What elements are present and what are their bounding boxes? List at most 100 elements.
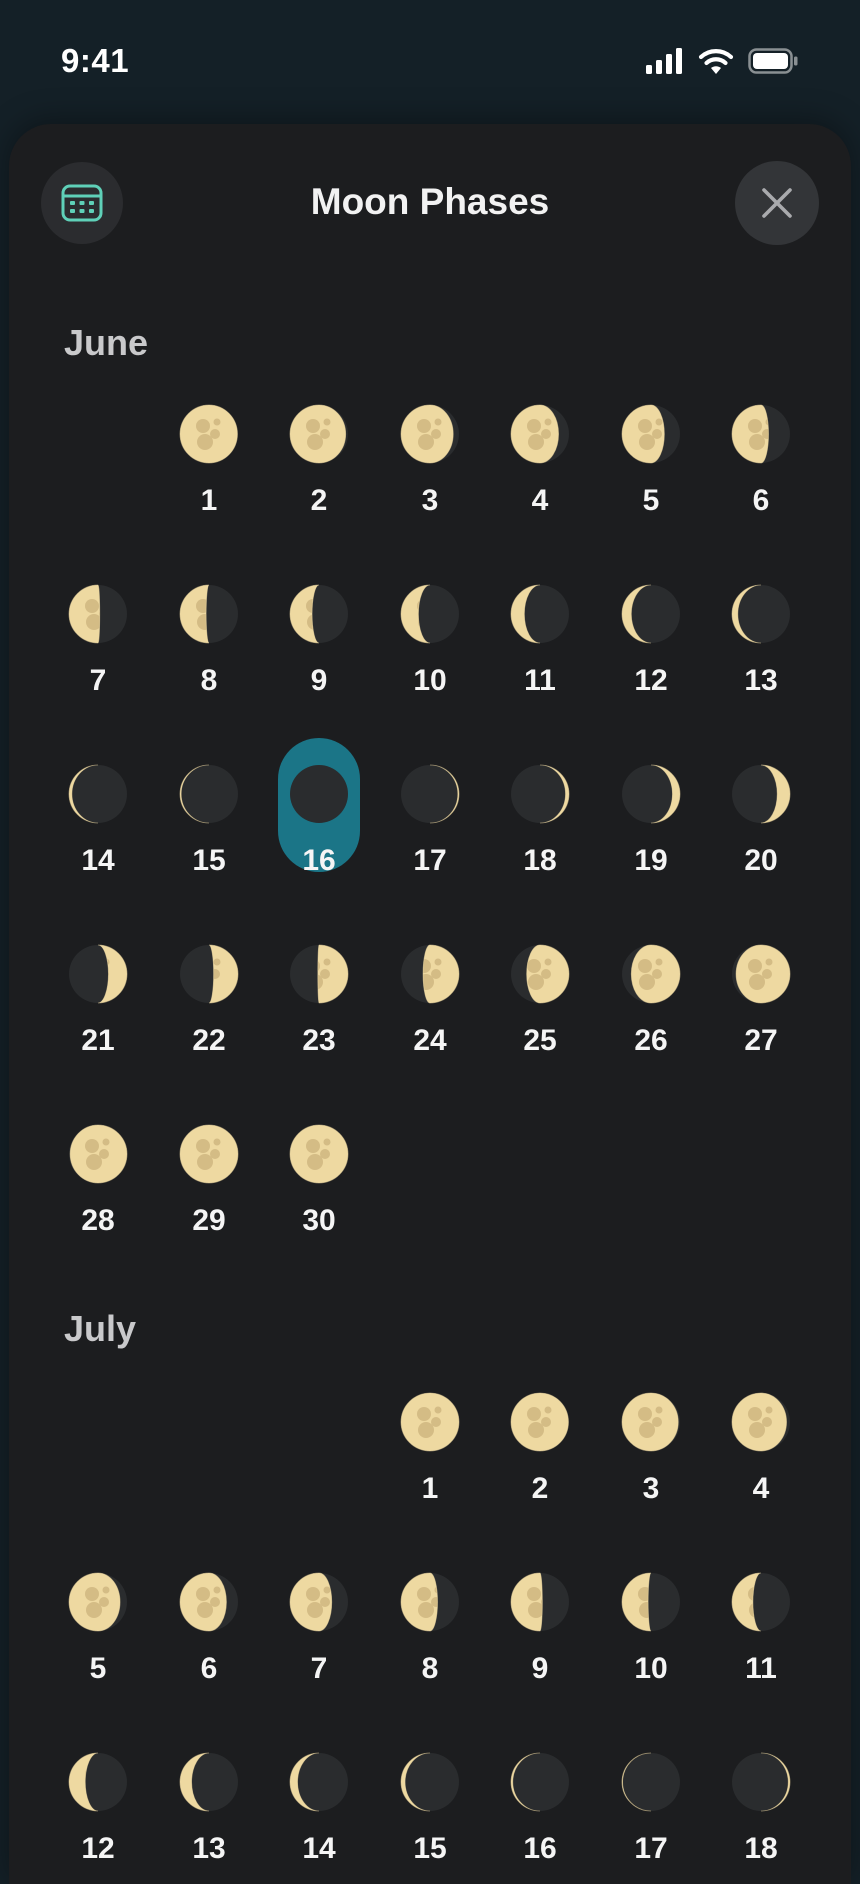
day-cell[interactable]: 25 xyxy=(485,944,595,1094)
moon-phase-icon xyxy=(68,584,128,644)
moon-phase-icon xyxy=(731,404,791,464)
moon-phases-sheet: Moon Phases June 1 2 3 4 5 6 7 8 9 10 11 12 13 14 15 16… xyxy=(9,124,851,1884)
moon-phase-icon xyxy=(621,764,681,824)
day-number: 30 xyxy=(302,1204,336,1237)
moon-phase-icon xyxy=(289,1752,349,1812)
day-cell[interactable]: 11 xyxy=(485,584,595,734)
day-cell[interactable]: 4 xyxy=(485,404,595,554)
day-cell[interactable]: 11 xyxy=(706,1572,816,1722)
day-number: 11 xyxy=(524,664,556,697)
day-cell[interactable]: 27 xyxy=(706,944,816,1094)
day-cell[interactable]: 18 xyxy=(706,1752,816,1884)
day-number: 3 xyxy=(421,484,439,517)
day-number: 14 xyxy=(81,844,115,877)
day-number: 11 xyxy=(745,1652,777,1685)
day-cell[interactable]: 3 xyxy=(596,1392,706,1542)
close-button[interactable] xyxy=(735,161,819,245)
day-cell[interactable]: 9 xyxy=(485,1572,595,1722)
day-cell[interactable]: 10 xyxy=(596,1572,706,1722)
moon-phase-icon xyxy=(621,944,681,1004)
day-cell[interactable]: 7 xyxy=(264,1572,374,1722)
day-cell[interactable]: 28 xyxy=(43,1124,153,1274)
moon-phase-icon xyxy=(731,944,791,1004)
day-cell[interactable]: 29 xyxy=(154,1124,264,1274)
moon-phase-icon xyxy=(400,1392,460,1452)
day-cell[interactable]: 16 xyxy=(485,1752,595,1884)
day-cell[interactable]: 7 xyxy=(43,584,153,734)
day-number: 3 xyxy=(642,1472,660,1505)
day-cell[interactable]: 18 xyxy=(485,764,595,914)
moon-phase-icon xyxy=(400,404,460,464)
day-cell[interactable]: 3 xyxy=(375,404,485,554)
moon-phase-icon xyxy=(179,1752,239,1812)
day-cell[interactable]: 17 xyxy=(596,1752,706,1884)
day-number: 18 xyxy=(523,844,557,877)
day-number: 5 xyxy=(642,484,660,517)
day-cell[interactable]: 2 xyxy=(485,1392,595,1542)
day-cell[interactable]: 23 xyxy=(264,944,374,1094)
day-cell[interactable]: 30 xyxy=(264,1124,374,1274)
day-number: 19 xyxy=(634,844,668,877)
day-cell[interactable]: 6 xyxy=(154,1572,264,1722)
day-cell[interactable]: 2 xyxy=(264,404,374,554)
day-cell[interactable]: 22 xyxy=(154,944,264,1094)
day-number: 28 xyxy=(81,1204,115,1237)
day-cell[interactable]: 24 xyxy=(375,944,485,1094)
day-cell[interactable]: 1 xyxy=(154,404,264,554)
day-cell[interactable]: 19 xyxy=(596,764,706,914)
day-cell[interactable]: 8 xyxy=(154,584,264,734)
moon-phase-icon xyxy=(68,1572,128,1632)
day-number: 17 xyxy=(413,844,447,877)
moon-phase-icon xyxy=(179,404,239,464)
day-cell[interactable]: 14 xyxy=(264,1752,374,1884)
moon-phase-icon xyxy=(179,1124,239,1184)
day-cell[interactable]: 16 xyxy=(264,764,374,914)
day-cell[interactable]: 8 xyxy=(375,1572,485,1722)
day-cell[interactable]: 20 xyxy=(706,764,816,914)
moon-phase-icon xyxy=(289,764,349,824)
day-cell[interactable]: 17 xyxy=(375,764,485,914)
day-cell[interactable]: 13 xyxy=(706,584,816,734)
day-number: 18 xyxy=(744,1832,778,1865)
day-number: 10 xyxy=(634,1652,668,1685)
day-cell[interactable]: 5 xyxy=(43,1572,153,1722)
day-cell[interactable]: 6 xyxy=(706,404,816,554)
day-number: 14 xyxy=(302,1832,336,1865)
day-cell[interactable]: 1 xyxy=(375,1392,485,1542)
day-number: 8 xyxy=(200,664,218,697)
day-cell[interactable]: 21 xyxy=(43,944,153,1094)
day-number: 16 xyxy=(523,1832,557,1865)
day-number: 13 xyxy=(744,664,778,697)
moon-phase-icon xyxy=(510,1572,570,1632)
day-number: 9 xyxy=(531,1652,549,1685)
signal-icon xyxy=(646,48,682,74)
day-cell[interactable]: 26 xyxy=(596,944,706,1094)
day-number: 1 xyxy=(200,484,218,517)
day-number: 20 xyxy=(744,844,778,877)
battery-icon xyxy=(748,48,798,74)
moon-phase-icon xyxy=(400,1752,460,1812)
day-cell[interactable]: 15 xyxy=(375,1752,485,1884)
day-cell[interactable]: 10 xyxy=(375,584,485,734)
day-cell[interactable]: 13 xyxy=(154,1752,264,1884)
day-cell[interactable]: 14 xyxy=(43,764,153,914)
day-cell[interactable]: 9 xyxy=(264,584,374,734)
moon-phase-icon xyxy=(621,1752,681,1812)
day-number: 8 xyxy=(421,1652,439,1685)
day-cell[interactable]: 5 xyxy=(596,404,706,554)
day-cell[interactable]: 12 xyxy=(43,1752,153,1884)
moon-phase-icon xyxy=(731,1752,791,1812)
moon-phase-icon xyxy=(289,1572,349,1632)
close-icon xyxy=(762,188,792,218)
day-cell[interactable]: 15 xyxy=(154,764,264,914)
day-number: 21 xyxy=(81,1024,115,1057)
moon-phase-icon xyxy=(731,1572,791,1632)
moon-phase-icon xyxy=(400,1572,460,1632)
moon-phase-icon xyxy=(289,944,349,1004)
day-number: 17 xyxy=(634,1832,668,1865)
day-cell[interactable]: 4 xyxy=(706,1392,816,1542)
moon-phase-icon xyxy=(68,764,128,824)
day-cell[interactable]: 12 xyxy=(596,584,706,734)
moon-phase-icon xyxy=(68,944,128,1004)
moon-phase-icon xyxy=(510,944,570,1004)
